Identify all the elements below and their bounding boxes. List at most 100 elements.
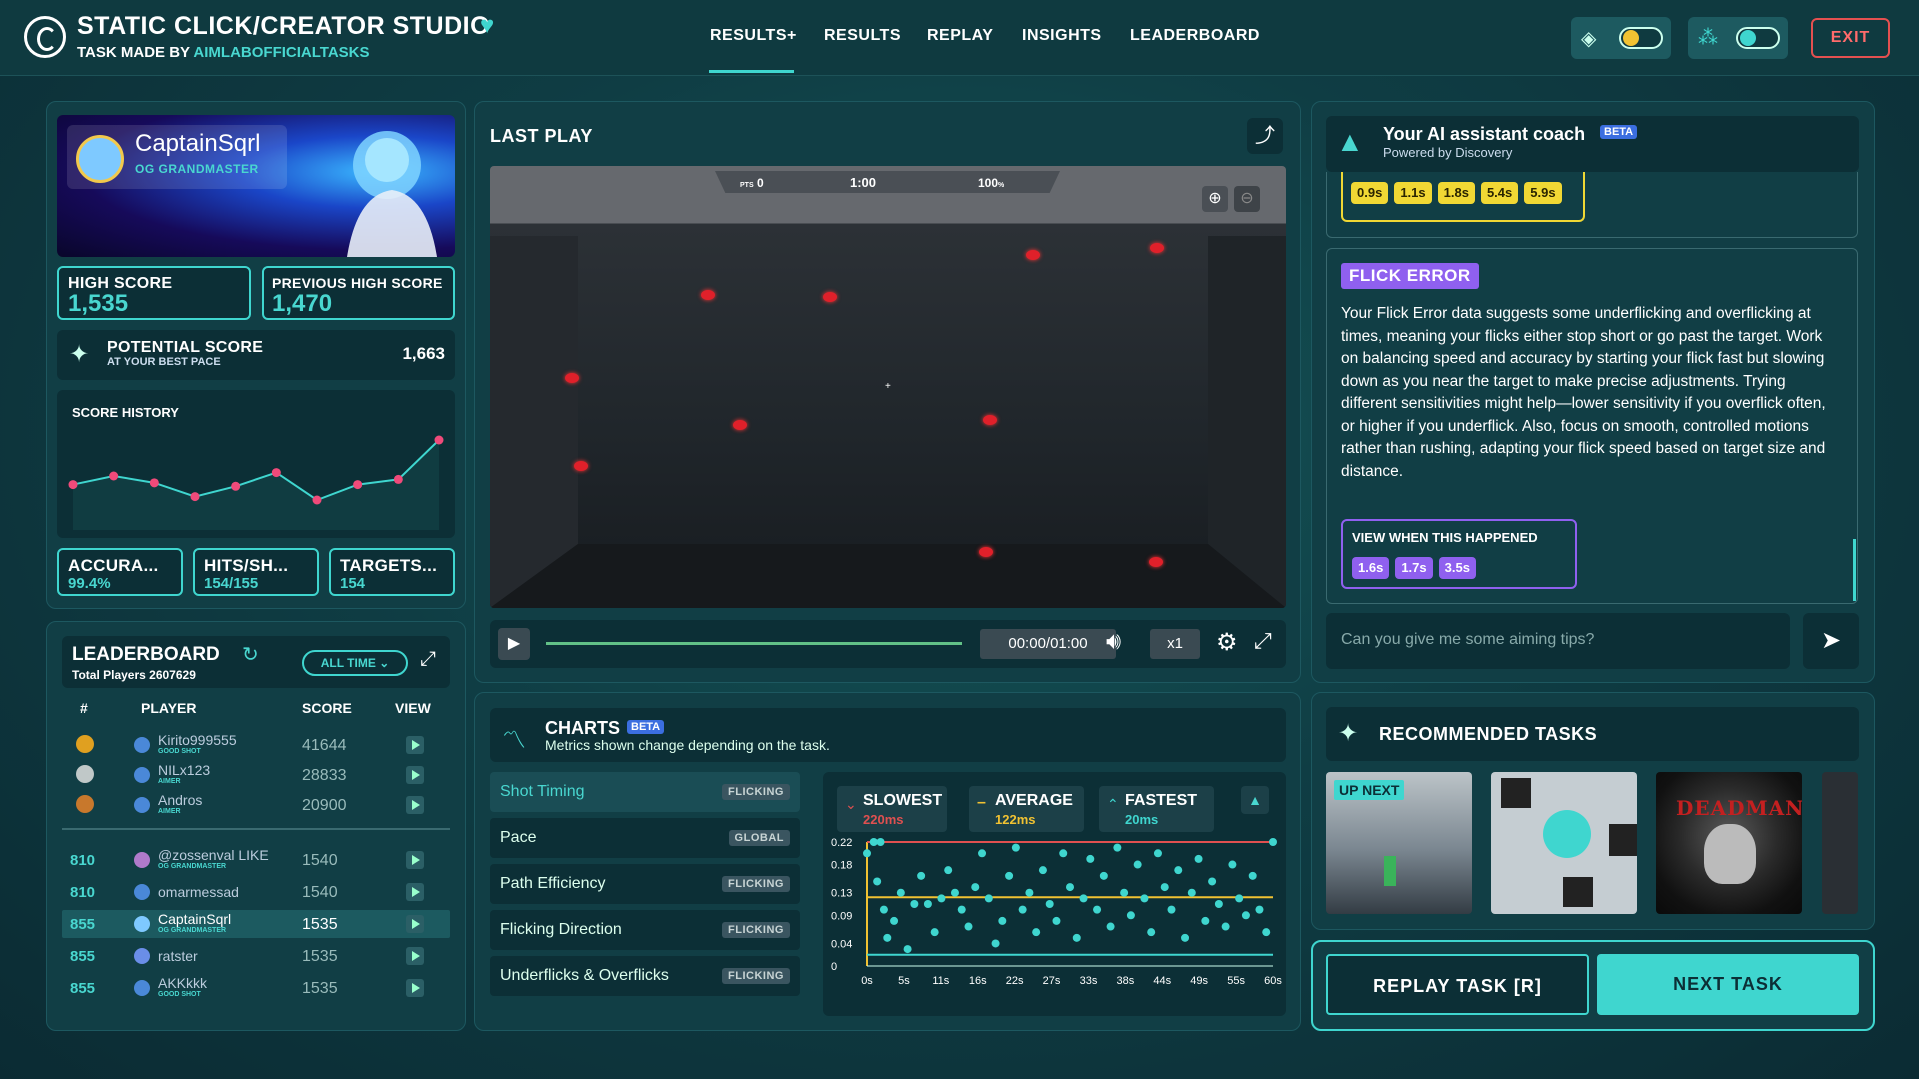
view-replay-button[interactable] — [406, 736, 424, 754]
zoom-out-icon[interactable]: ⊖ — [1234, 186, 1260, 212]
data-point — [1153, 849, 1162, 858]
data-point — [903, 945, 912, 954]
timestamp-chip[interactable]: 1.7s — [1395, 557, 1433, 579]
player-title: AIMER — [158, 778, 181, 785]
expand-icon[interactable]: ⤢ — [420, 648, 436, 671]
timestamp-chip[interactable]: 1.1s — [1394, 182, 1432, 204]
table-row[interactable]: Andros AIMER 20900 — [62, 791, 450, 819]
ai-coach-chart-icon[interactable]: ▲ — [1241, 786, 1269, 814]
fullscreen-icon[interactable]: ⤢ — [1254, 628, 1272, 654]
player-avatar — [134, 737, 150, 753]
hits-shots-value: 154/155 — [204, 575, 259, 592]
recommended-task-1[interactable]: UP NEXT — [1326, 772, 1472, 914]
view-replay-button[interactable] — [406, 979, 424, 997]
speed-selector[interactable]: x1 — [1150, 629, 1200, 659]
gold-medal-icon — [76, 735, 94, 753]
view-replay-button[interactable] — [406, 883, 424, 901]
data-point — [1011, 843, 1020, 852]
metric-flicking-direction[interactable]: Flicking Direction FLICKING — [490, 910, 800, 950]
average-value: 122ms — [995, 812, 1036, 827]
coach-input-box[interactable]: Can you give me some aiming tips? — [1326, 613, 1790, 669]
timestamp-chip[interactable]: 5.9s — [1524, 182, 1562, 204]
avatar[interactable] — [76, 135, 124, 183]
refresh-icon[interactable]: ↻ — [242, 642, 259, 667]
previous-view-chips: 0.9s 1.1s 1.8s 5.4s 5.9s — [1341, 172, 1585, 222]
metric-underflicks-overflicks[interactable]: Underflicks & Overflicks FLICKING — [490, 956, 800, 996]
timestamp-chip[interactable]: 3.5s — [1438, 557, 1476, 579]
community-toggle[interactable] — [1736, 27, 1780, 49]
play-icon[interactable]: ▶ — [498, 628, 530, 660]
table-row[interactable]: Kirito999555 GOOD SHOT 41644 — [62, 731, 450, 759]
scrollbar[interactable] — [1853, 539, 1856, 601]
total-players-value: 2607629 — [149, 668, 196, 682]
nav-leaderboard[interactable]: LEADERBOARD — [1130, 27, 1260, 45]
targets-label: TARGETS... — [340, 556, 438, 575]
data-point — [863, 849, 871, 858]
author-link[interactable]: AIMLABOFFICIALTASKS — [193, 44, 369, 61]
view-replay-button[interactable] — [406, 766, 424, 784]
player-score: 28833 — [302, 767, 347, 784]
task-thumb-art — [1384, 856, 1396, 886]
data-point — [984, 894, 993, 903]
charts-subtitle: Metrics shown change depending on the ta… — [545, 737, 830, 753]
hud-points-label: PTS — [740, 182, 754, 189]
nav-replay[interactable]: REPLAY — [927, 27, 993, 45]
favorite-heart-icon[interactable]: ♥ — [480, 12, 494, 40]
exit-button[interactable]: EXIT — [1811, 18, 1890, 58]
recommended-task-2[interactable] — [1491, 772, 1637, 914]
hits-shots-label: HITS/SH... — [204, 556, 289, 575]
table-row[interactable]: 810 omarmessad 1540 — [62, 878, 450, 906]
nav-insights[interactable]: INSIGHTS — [1022, 27, 1102, 45]
time-filter-dropdown[interactable]: ALL TIME ⌄ — [302, 650, 408, 676]
targets-value: 154 — [340, 575, 366, 592]
metric-label: Underflicks & Overflicks — [500, 967, 669, 984]
score-area — [73, 440, 439, 530]
table-row[interactable]: NILx123 AIMER 28833 — [62, 761, 450, 789]
player-name: AKKkkk — [158, 975, 208, 991]
nav-results[interactable]: RESULTS — [824, 27, 901, 45]
timestamp-chip[interactable]: 5.4s — [1480, 182, 1519, 204]
view-replay-button[interactable] — [406, 947, 424, 965]
table-row-current-user[interactable]: 855 CaptainSqrl OG GRANDMASTER 1535 — [62, 910, 450, 938]
share-icon[interactable]: ⤴ — [1247, 118, 1283, 154]
settings-gear-icon[interactable]: ⚙ — [1216, 628, 1238, 657]
next-task-button[interactable]: NEXT TASK — [1597, 954, 1859, 1015]
view-replay-button[interactable] — [406, 796, 424, 814]
recommended-task-4[interactable] — [1822, 772, 1858, 914]
timestamp-chip[interactable]: 0.9s — [1351, 182, 1389, 204]
table-row[interactable]: 810 @zossenval LIKE OG GRANDMASTER 1540 — [62, 846, 450, 874]
task-thumb-art — [1501, 778, 1531, 808]
replay-viewport[interactable]: PTS 0 1:00 100% ⊕ ⊖ + — [490, 166, 1286, 608]
x-tick-label: 16s — [969, 975, 987, 987]
visibility-toggle[interactable] — [1619, 27, 1663, 49]
timestamp-chip[interactable]: 1.8s — [1437, 182, 1475, 204]
nav-results-plus[interactable]: RESULTS+ — [710, 27, 797, 45]
table-row[interactable]: 855 AKKkkk GOOD SHOT 1535 — [62, 974, 450, 1002]
view-replay-button[interactable] — [406, 851, 424, 869]
metric-pace[interactable]: Pace GLOBAL — [490, 818, 800, 858]
recommended-task-3[interactable]: DEADMAN — [1656, 772, 1802, 914]
replay-scrubber[interactable] — [546, 642, 962, 645]
send-icon[interactable]: ➤ — [1803, 613, 1859, 669]
view-replay-button[interactable] — [406, 915, 424, 933]
potential-score-label: POTENTIAL SCORE — [107, 339, 264, 356]
table-row[interactable]: 855 ratster 1535 — [62, 942, 450, 970]
player-score: 1535 — [302, 948, 338, 965]
metric-shot-timing[interactable]: Shot Timing FLICKING — [490, 772, 800, 812]
player-name: NILx123 — [158, 762, 211, 778]
timestamp-chip[interactable]: 1.6s — [1352, 557, 1390, 579]
view-when-label: VIEW WHEN THIS HAPPENED — [1352, 530, 1538, 545]
target-sphere — [701, 290, 715, 300]
data-point — [1140, 894, 1149, 903]
replay-task-button[interactable]: REPLAY TASK [R] — [1326, 954, 1589, 1015]
target-sphere — [1149, 557, 1163, 567]
score-point — [68, 480, 78, 490]
col-score: SCORE — [302, 700, 352, 716]
metric-label: Pace — [500, 829, 537, 846]
player-score: 41644 — [302, 737, 347, 754]
volume-icon[interactable]: 🔊︎ — [1106, 628, 1121, 656]
metric-path-efficiency[interactable]: Path Efficiency FLICKING — [490, 864, 800, 904]
player-title: GOOD SHOT — [158, 748, 201, 755]
zoom-in-icon[interactable]: ⊕ — [1202, 186, 1228, 212]
data-point — [1086, 854, 1095, 863]
